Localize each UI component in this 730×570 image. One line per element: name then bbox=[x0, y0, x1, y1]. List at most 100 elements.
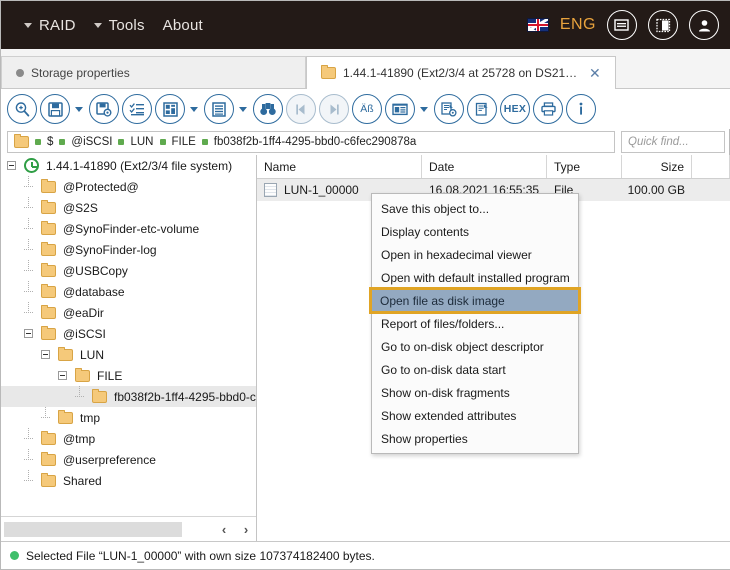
tree-line-icon bbox=[75, 386, 84, 401]
tree-node[interactable]: @Protected@ bbox=[1, 176, 256, 197]
quick-find-input[interactable]: Quick find... bbox=[621, 131, 725, 153]
menu-item-about[interactable]: About bbox=[154, 17, 212, 34]
chevron-down-icon[interactable] bbox=[420, 106, 428, 112]
context-menu-item[interactable]: Go to on-disk data start bbox=[372, 358, 578, 381]
tree-node-label: @tmp bbox=[63, 431, 96, 446]
context-menu-item[interactable]: Show properties bbox=[372, 427, 578, 450]
context-menu-item[interactable]: Show on-disk fragments bbox=[372, 381, 578, 404]
grid-view-icon[interactable] bbox=[155, 94, 185, 124]
info-icon[interactable] bbox=[566, 94, 596, 124]
column-header[interactable] bbox=[692, 155, 730, 178]
tree-line-icon bbox=[24, 218, 33, 233]
notifications-icon[interactable] bbox=[607, 10, 637, 40]
scroll-left-button[interactable]: ‹ bbox=[213, 522, 235, 537]
folder-icon bbox=[41, 283, 56, 298]
file-list-header: Name Date Type Size bbox=[257, 155, 730, 179]
breadcrumb-segment[interactable]: $ bbox=[47, 136, 53, 148]
nav-forward-icon[interactable] bbox=[319, 94, 349, 124]
print-icon[interactable] bbox=[533, 94, 563, 124]
tree-node[interactable]: @USBCopy bbox=[1, 260, 256, 281]
main-content: 1.44.1-41890 (Ext2/3/4 file system) @Prot… bbox=[1, 155, 730, 541]
breadcrumb[interactable]: $ @iSCSI LUN FILE fb038f2b-1ff4-4295-bbd… bbox=[7, 131, 615, 153]
binoculars-icon[interactable] bbox=[253, 94, 283, 124]
font-encoding-icon[interactable]: Äß bbox=[352, 94, 382, 124]
path-separator-icon bbox=[118, 139, 125, 145]
folder-icon bbox=[41, 451, 56, 466]
scroll-right-button[interactable]: › bbox=[235, 522, 256, 537]
tree-node[interactable]: @eaDir bbox=[1, 302, 256, 323]
details-view-icon[interactable] bbox=[385, 94, 415, 124]
close-icon[interactable]: ✕ bbox=[589, 66, 601, 80]
tree-node[interactable]: @userpreference bbox=[1, 449, 256, 470]
copy-settings-icon[interactable] bbox=[434, 94, 464, 124]
chevron-down-icon[interactable] bbox=[75, 106, 83, 112]
tree-node-label: @S2S bbox=[63, 200, 98, 215]
tree-node[interactable]: FILE bbox=[1, 365, 256, 386]
header-actions: ENG bbox=[526, 10, 730, 40]
chevron-down-icon[interactable] bbox=[190, 106, 198, 112]
folder-icon bbox=[41, 199, 56, 214]
tree-node[interactable]: @tmp bbox=[1, 428, 256, 449]
user-account-icon[interactable] bbox=[689, 10, 719, 40]
tree-node-label: @SynoFinder-etc-volume bbox=[63, 221, 200, 236]
tree-node[interactable]: @SynoFinder-log bbox=[1, 239, 256, 260]
hex-label: HEX bbox=[503, 103, 527, 115]
list-view-icon[interactable] bbox=[204, 94, 234, 124]
table-cell-size: 100.00 GB bbox=[627, 183, 685, 197]
tab-filesystem[interactable]: 1.44.1-41890 (Ext2/3/4 at 25728 on DS214… bbox=[306, 56, 616, 89]
tree-horizontal-scrollbar[interactable]: ‹ › bbox=[1, 516, 256, 541]
tree-node[interactable]: Shared bbox=[1, 470, 256, 491]
breadcrumb-segment[interactable]: FILE bbox=[172, 136, 196, 148]
column-header[interactable]: Name bbox=[257, 155, 422, 178]
expander-icon[interactable] bbox=[24, 329, 33, 338]
save-icon[interactable] bbox=[40, 94, 70, 124]
tree-node-label: 1.44.1-41890 (Ext2/3/4 file system) bbox=[46, 158, 233, 173]
tree-node[interactable]: 1.44.1-41890 (Ext2/3/4 file system) bbox=[1, 155, 256, 176]
breadcrumb-segment[interactable]: @iSCSI bbox=[71, 136, 112, 148]
save-settings-icon[interactable] bbox=[89, 94, 119, 124]
tree-node[interactable]: fb038f2b-1ff4-4295-bbd0-c6fec bbox=[1, 386, 256, 407]
tree-node[interactable]: @S2S bbox=[1, 197, 256, 218]
context-menu-item[interactable]: Save this object to... bbox=[372, 197, 578, 220]
tree-line-icon bbox=[24, 302, 33, 317]
context-menu-item[interactable]: Open file as disk image bbox=[369, 287, 581, 314]
chevron-down-icon[interactable] bbox=[239, 106, 247, 112]
tree-node-label: @iSCSI bbox=[63, 326, 106, 341]
breadcrumb-segment[interactable]: fb038f2b-1ff4-4295-bbd0-c6fec290878a bbox=[214, 136, 416, 148]
column-header[interactable]: Date bbox=[422, 155, 547, 178]
expander-icon[interactable] bbox=[41, 350, 50, 359]
expander-icon[interactable] bbox=[58, 371, 67, 380]
tree-node[interactable]: @SynoFinder-etc-volume bbox=[1, 218, 256, 239]
expander-icon[interactable] bbox=[7, 161, 16, 170]
tree-node-label: @database bbox=[63, 284, 125, 299]
main-menu: RAID Tools About bbox=[1, 17, 212, 34]
context-menu-item[interactable]: Go to on-disk object descriptor bbox=[372, 335, 578, 358]
tree-node[interactable]: @database bbox=[1, 281, 256, 302]
menu-item-raid[interactable]: RAID bbox=[15, 17, 85, 34]
language-selector[interactable]: ENG bbox=[560, 16, 596, 34]
context-menu-item[interactable]: Display contents bbox=[372, 220, 578, 243]
folder-icon bbox=[92, 388, 107, 403]
breadcrumb-segment[interactable]: LUN bbox=[130, 136, 153, 148]
checklist-icon[interactable] bbox=[122, 94, 152, 124]
column-header[interactable]: Size bbox=[622, 155, 692, 178]
copy-file-icon[interactable] bbox=[467, 94, 497, 124]
column-header[interactable]: Type bbox=[547, 155, 622, 178]
context-menu-item[interactable]: Report of files/folders... bbox=[372, 312, 578, 335]
panel-toggle-icon[interactable] bbox=[648, 10, 678, 40]
menu-item-tools[interactable]: Tools bbox=[85, 17, 154, 34]
tree-node[interactable]: LUN bbox=[1, 344, 256, 365]
tree-node[interactable]: @iSCSI bbox=[1, 323, 256, 344]
context-menu-item[interactable]: Open with default installed program bbox=[372, 266, 578, 289]
nav-back-icon[interactable] bbox=[286, 94, 316, 124]
context-menu-item[interactable]: Open in hexadecimal viewer bbox=[372, 243, 578, 266]
context-menu-item[interactable]: Show extended attributes bbox=[372, 404, 578, 427]
hex-viewer-icon[interactable]: HEX bbox=[500, 94, 530, 124]
search-disk-icon[interactable] bbox=[7, 94, 37, 124]
app-header: RAID Tools About ENG bbox=[1, 1, 730, 49]
tab-storage-properties[interactable]: Storage properties bbox=[1, 56, 306, 88]
status-indicator-icon bbox=[10, 551, 19, 560]
scrollbar-thumb[interactable] bbox=[4, 521, 182, 537]
tree-node[interactable]: tmp bbox=[1, 407, 256, 428]
folder-icon bbox=[41, 430, 56, 445]
